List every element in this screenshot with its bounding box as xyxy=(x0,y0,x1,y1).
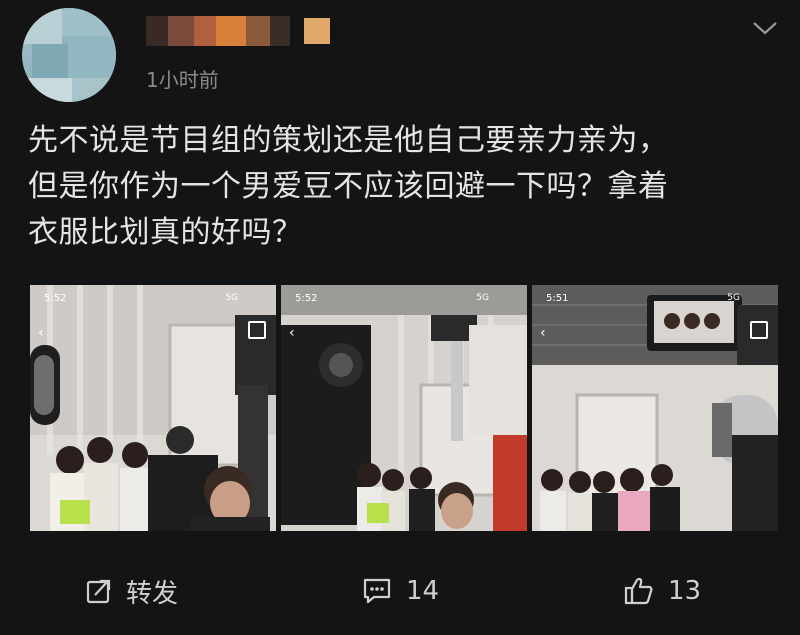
username-blurred[interactable] xyxy=(146,16,336,46)
photo-scene xyxy=(532,285,778,531)
post-time: 1小时前 xyxy=(146,68,219,92)
back-icon: ‹ xyxy=(289,325,295,341)
comment-button[interactable]: 14 xyxy=(362,574,439,608)
back-icon: ‹ xyxy=(540,325,546,341)
post-text-line: 但是你作为一个男爱豆不应该回避一下吗？拿着 xyxy=(28,169,669,204)
share-icon xyxy=(248,321,266,339)
back-icon: ‹ xyxy=(38,325,44,341)
repost-button[interactable]: 转发 xyxy=(86,574,179,609)
avatar[interactable] xyxy=(22,8,116,102)
share-icon xyxy=(750,321,768,339)
signal-indicator: 5G xyxy=(225,293,238,303)
post-text-line: 先不说是节目组的策划还是他自己要亲力亲为， xyxy=(28,123,669,158)
repost-icon xyxy=(86,579,111,604)
post-text-line: 衣服比划真的好吗？ xyxy=(28,215,303,250)
signal-indicator: 5G xyxy=(476,293,489,303)
photo-grid: 5:52 5G ‹ 5:52 5G ‹ 5:51 5G ‹ xyxy=(30,285,778,531)
action-bar: 转发 14 13 xyxy=(0,548,800,635)
post-header: 1小时前 xyxy=(0,0,800,110)
photo-thumbnail-3[interactable]: 5:51 5G ‹ xyxy=(532,285,778,531)
photo-thumbnail-2[interactable]: 5:52 5G ‹ xyxy=(281,285,527,531)
post-body: 先不说是节目组的策划还是他自己要亲力亲为， 但是你作为一个男爱豆不应该回避一下吗… xyxy=(28,118,778,256)
phone-status-time: 5:52 xyxy=(295,293,318,304)
like-count: 13 xyxy=(668,576,702,606)
phone-status-time: 5:51 xyxy=(546,293,569,304)
signal-indicator: 5G xyxy=(727,293,740,303)
chevron-down-icon[interactable] xyxy=(752,18,778,38)
comment-count: 14 xyxy=(406,576,440,606)
phone-status-time: 5:52 xyxy=(44,293,67,304)
photo-scene xyxy=(30,285,276,531)
thumbs-up-icon xyxy=(624,577,653,605)
repost-label: 转发 xyxy=(126,578,179,609)
photo-scene xyxy=(281,285,527,531)
like-button[interactable]: 13 xyxy=(624,574,701,608)
comment-icon xyxy=(363,578,391,604)
photo-thumbnail-1[interactable]: 5:52 5G ‹ xyxy=(30,285,276,531)
